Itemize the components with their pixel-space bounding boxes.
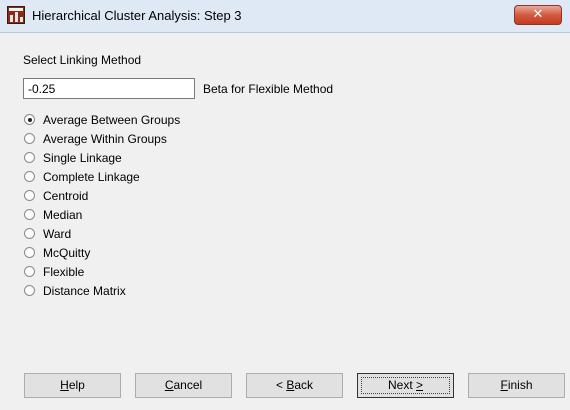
title-bar: Hierarchical Cluster Analysis: Step 3 ✕ <box>0 0 570 33</box>
dialog-content: Select Linking Method Beta for Flexible … <box>0 33 570 410</box>
radio-single-linkage[interactable]: Single Linkage <box>24 148 180 167</box>
dialog-window: Hierarchical Cluster Analysis: Step 3 ✕ … <box>0 0 570 410</box>
radio-label: Flexible <box>43 264 85 279</box>
radio-button[interactable] <box>24 228 35 239</box>
radio-button[interactable] <box>24 190 35 201</box>
radio-label: Average Between Groups <box>43 112 181 127</box>
radio-label: Average Within Groups <box>43 131 167 146</box>
radio-button[interactable] <box>24 266 35 277</box>
cancel-button-label: Cancel <box>164 378 203 392</box>
radio-button[interactable] <box>24 114 35 125</box>
next-button[interactable]: Next > <box>357 373 454 398</box>
close-button[interactable]: ✕ <box>514 5 562 25</box>
radio-button[interactable] <box>24 133 35 144</box>
radio-label: Ward <box>43 226 72 241</box>
radio-label: Centroid <box>43 188 89 203</box>
window-title: Hierarchical Cluster Analysis: Step 3 <box>32 8 242 23</box>
help-button[interactable]: Help <box>24 373 121 398</box>
radio-flexible[interactable]: Flexible <box>24 262 180 281</box>
radio-label: McQuitty <box>43 245 91 260</box>
back-button[interactable]: < Back <box>246 373 343 398</box>
radio-label: Distance Matrix <box>43 283 126 298</box>
radio-label: Complete Linkage <box>43 169 140 184</box>
radio-button[interactable] <box>24 247 35 258</box>
linking-method-group: Average Between Groups Average Within Gr… <box>24 110 180 300</box>
finish-button-label: Finish <box>500 378 533 392</box>
radio-complete-linkage[interactable]: Complete Linkage <box>24 167 180 186</box>
radio-button[interactable] <box>24 209 35 220</box>
radio-button[interactable] <box>24 171 35 182</box>
radio-average-within-groups[interactable]: Average Within Groups <box>24 129 180 148</box>
radio-label: Median <box>43 207 83 222</box>
finish-button[interactable]: Finish <box>468 373 565 398</box>
radio-distance-matrix[interactable]: Distance Matrix <box>24 281 180 300</box>
radio-mcquitty[interactable]: McQuitty <box>24 243 180 262</box>
beta-input[interactable] <box>23 78 195 99</box>
cancel-button[interactable]: Cancel <box>135 373 232 398</box>
radio-centroid[interactable]: Centroid <box>24 186 180 205</box>
next-button-label: Next > <box>387 378 424 392</box>
radio-ward[interactable]: Ward <box>24 224 180 243</box>
radio-button[interactable] <box>24 152 35 163</box>
back-button-label: < Back <box>275 378 314 392</box>
beta-label: Beta for Flexible Method <box>203 82 334 96</box>
radio-label: Single Linkage <box>43 150 122 165</box>
radio-button[interactable] <box>24 285 35 296</box>
help-button-label: Help <box>60 378 85 392</box>
app-icon <box>7 6 25 24</box>
radio-average-between-groups[interactable]: Average Between Groups <box>24 110 180 129</box>
close-icon: ✕ <box>532 7 544 22</box>
section-label: Select Linking Method <box>23 53 142 67</box>
radio-median[interactable]: Median <box>24 205 180 224</box>
